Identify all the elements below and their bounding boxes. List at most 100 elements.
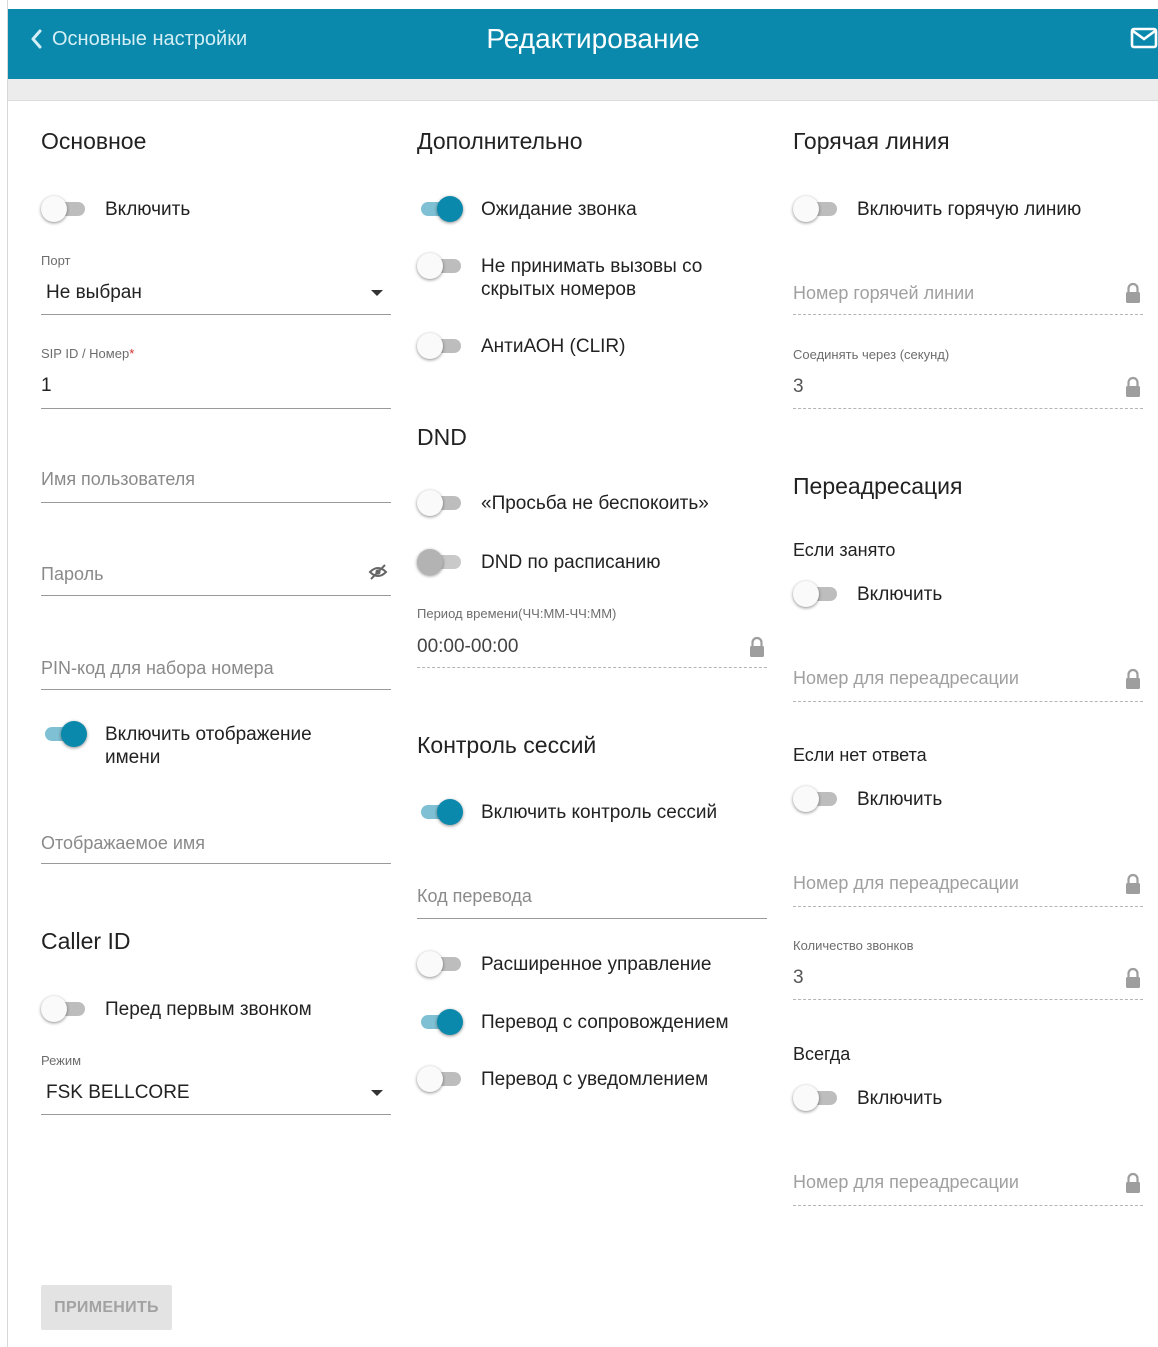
section-title-forwarding: Переадресация [793,473,963,499]
sip-id-field[interactable]: SIP ID / Номер* 1 [41,342,391,409]
forward-no-answer-title: Если нет ответа [793,745,927,765]
header-shadow-bar [8,79,1158,101]
toggle-switch[interactable] [417,490,463,516]
toggle-switch[interactable] [41,721,87,747]
toggle-label: Включить отображение имени [105,724,312,768]
call-waiting-toggle[interactable]: Ожидание звонка [417,196,637,222]
port-value: Не выбран [46,282,142,303]
toggle-label: Включить [857,789,943,810]
section-title-dnd: DND [417,424,467,450]
clir-toggle[interactable]: АнтиАОН (CLIR) [417,333,626,359]
toggle-switch[interactable] [793,196,839,222]
forward-busy-toggle[interactable]: Включить [793,581,943,607]
hotline-number-placeholder: Номер горячей линии [793,283,975,303]
lock-icon [1125,873,1141,900]
forward-rings-field: Количество звонков 3 [793,933,1143,1000]
toggle-label: Перевод с сопровождением [481,1012,729,1033]
toggle-label: Перевод с уведомлением [481,1069,709,1090]
forward-no-answer-number-field: Номер для переадресации [793,859,1143,907]
username-input[interactable]: Имя пользователя [41,455,391,503]
transfer-code-placeholder: Код перевода [417,886,532,906]
forward-always-number-field: Номер для переадресации [793,1158,1143,1206]
rings-label: Количество звонков [793,938,914,953]
toggle-switch[interactable] [417,549,463,575]
notify-transfer-toggle[interactable]: Перевод с уведомлением [417,1066,709,1092]
sip-id-label: SIP ID / Номер* [41,346,135,361]
toggle-switch[interactable] [41,196,87,222]
toggle-label: Расширенное управление [481,954,712,975]
dnd-period-field: Период времени(ЧЧ:ММ-ЧЧ:ММ) 00:00-00:00 [417,600,767,668]
eye-off-icon[interactable] [368,564,388,585]
session-control-toggle[interactable]: Включить контроль сессий [417,799,718,825]
mode-label: Режим [41,1053,82,1068]
toggle-switch[interactable] [417,799,463,825]
toggle-switch[interactable] [417,1066,463,1092]
forward-number-placeholder: Номер для переадресации [793,668,1019,688]
section-title-basic: Основное [41,128,147,154]
section-title-additional: Дополнительно [417,128,583,154]
toggle-label: Включить горячую линию [857,199,1082,220]
forward-always-toggle[interactable]: Включить [793,1085,943,1111]
basic-enable-toggle[interactable]: Включить [41,196,190,222]
port-label: Порт [41,253,71,268]
toggle-label: Ожидание звонка [481,199,637,220]
mode-value: FSK BELLCORE [46,1082,190,1103]
toggle-switch[interactable] [417,253,463,279]
attended-transfer-toggle[interactable]: Перевод с сопровождением [417,1009,729,1035]
toggle-switch[interactable] [793,581,839,607]
toggle-switch[interactable] [417,951,463,977]
display-name-placeholder: Отображаемое имя [41,833,206,853]
username-placeholder: Имя пользователя [41,469,196,489]
show-name-toggle[interactable]: Включить отображение имени [41,721,371,769]
password-input[interactable]: Пароль [41,549,391,596]
password-placeholder: Пароль [41,564,104,584]
forward-busy-title: Если занято [793,540,896,560]
pin-code-input[interactable]: PIN-код для набора номера [41,643,391,690]
forward-no-answer-toggle[interactable]: Включить [793,786,943,812]
toggle-switch[interactable] [41,996,87,1022]
forward-number-placeholder: Номер для переадресации [793,1172,1019,1192]
hotline-delay-value: 3 [793,376,804,397]
reject-hidden-toggle[interactable]: Не принимать вызовы со скрытых номеров [417,253,747,301]
before-first-ring-toggle[interactable]: Перед первым звонком [41,996,312,1022]
toggle-switch[interactable] [793,786,839,812]
toggle-label: «Просьба не беспокоить» [481,493,709,514]
forward-always-title: Всегда [793,1044,851,1064]
sip-id-value: 1 [41,375,52,396]
toggle-switch[interactable] [417,1009,463,1035]
advanced-control-toggle[interactable]: Расширенное управление [417,951,712,977]
forward-number-placeholder: Номер для переадресации [793,873,1019,893]
toggle-label: Включить [857,584,943,605]
apply-button[interactable]: ПРИМЕНИТЬ [41,1285,172,1330]
top-bar: Основные настройки Редактирование [8,9,1158,79]
pin-code-placeholder: PIN-код для набора номера [41,658,274,678]
hotline-delay-label: Соединять через (секунд) [793,347,950,362]
toggle-label: DND по расписанию [481,552,661,573]
transfer-code-input[interactable]: Код перевода [417,870,767,919]
mail-icon[interactable] [1130,27,1158,54]
hotline-toggle[interactable]: Включить горячую линию [793,196,1082,222]
hotline-number-field: Номер горячей линии [793,268,1143,315]
rings-value: 3 [793,967,804,988]
page-title: Редактирование [486,23,700,54]
toggle-label: АнтиАОН (CLIR) [481,336,626,357]
toggle-label: Включить [857,1088,943,1109]
caller-id-mode-select[interactable]: Режим FSK BELLCORE [41,1048,391,1115]
toggle-switch[interactable] [417,196,463,222]
section-title-session-control: Контроль сессий [417,732,597,758]
display-name-input[interactable]: Отображаемое имя [41,816,391,864]
dnd-schedule-toggle[interactable]: DND по расписанию [417,549,661,575]
lock-icon [1125,967,1141,994]
port-select[interactable]: Порт Не выбран [41,248,391,315]
dnd-toggle[interactable]: «Просьба не беспокоить» [417,490,709,516]
section-title-caller-id: Caller ID [41,928,131,954]
lock-icon [1125,282,1141,309]
toggle-label: Перед первым звонком [105,999,312,1020]
toggle-label: Не принимать вызовы со скрытых номеров [481,256,703,300]
chevron-down-icon [371,290,383,296]
lock-icon [749,636,765,663]
lock-icon [1125,376,1141,403]
toggle-switch[interactable] [417,333,463,359]
toggle-switch[interactable] [793,1085,839,1111]
toggle-label: Включить контроль сессий [481,802,718,823]
